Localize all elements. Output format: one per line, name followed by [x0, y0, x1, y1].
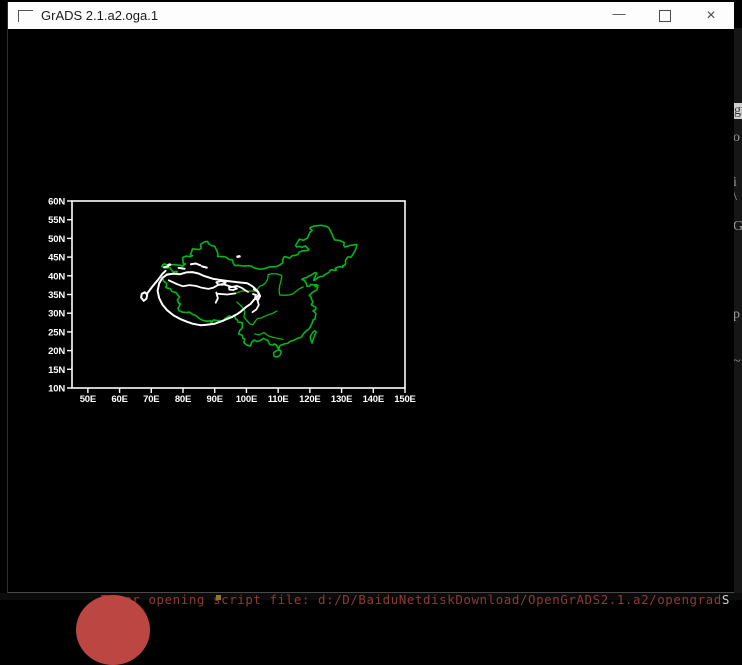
grads-window: GrADS 2.1.a2.oga.1 — × — [7, 2, 734, 593]
maximize-button[interactable] — [642, 2, 688, 29]
window-title: GrADS 2.1.a2.oga.1 — [41, 8, 158, 23]
maximize-icon — [659, 10, 671, 22]
terminal-fragment: ~ — [733, 355, 741, 369]
background-terminal-bottom-strip: Error opening script file: d:/D/BaiduNet… — [0, 593, 742, 600]
terminal-fragment: p — [733, 308, 740, 322]
minimize-icon: — — [613, 6, 626, 21]
close-icon: × — [706, 7, 715, 25]
close-button[interactable]: × — [688, 2, 734, 29]
window-controls: — × — [596, 2, 734, 29]
background-artifact — [216, 595, 221, 600]
titlebar[interactable]: GrADS 2.1.a2.oga.1 — × — [8, 2, 734, 29]
background-red-logo — [76, 595, 150, 665]
screen: { "window": { "title": "GrADS 2.1.a2.oga… — [0, 0, 742, 600]
minimize-button[interactable]: — — [596, 2, 642, 29]
grads-drawing-canvas[interactable] — [8, 29, 734, 592]
terminal-fragment: G — [733, 220, 742, 234]
grads-app-icon — [18, 10, 33, 22]
terminal-fragment: o — [733, 131, 740, 145]
